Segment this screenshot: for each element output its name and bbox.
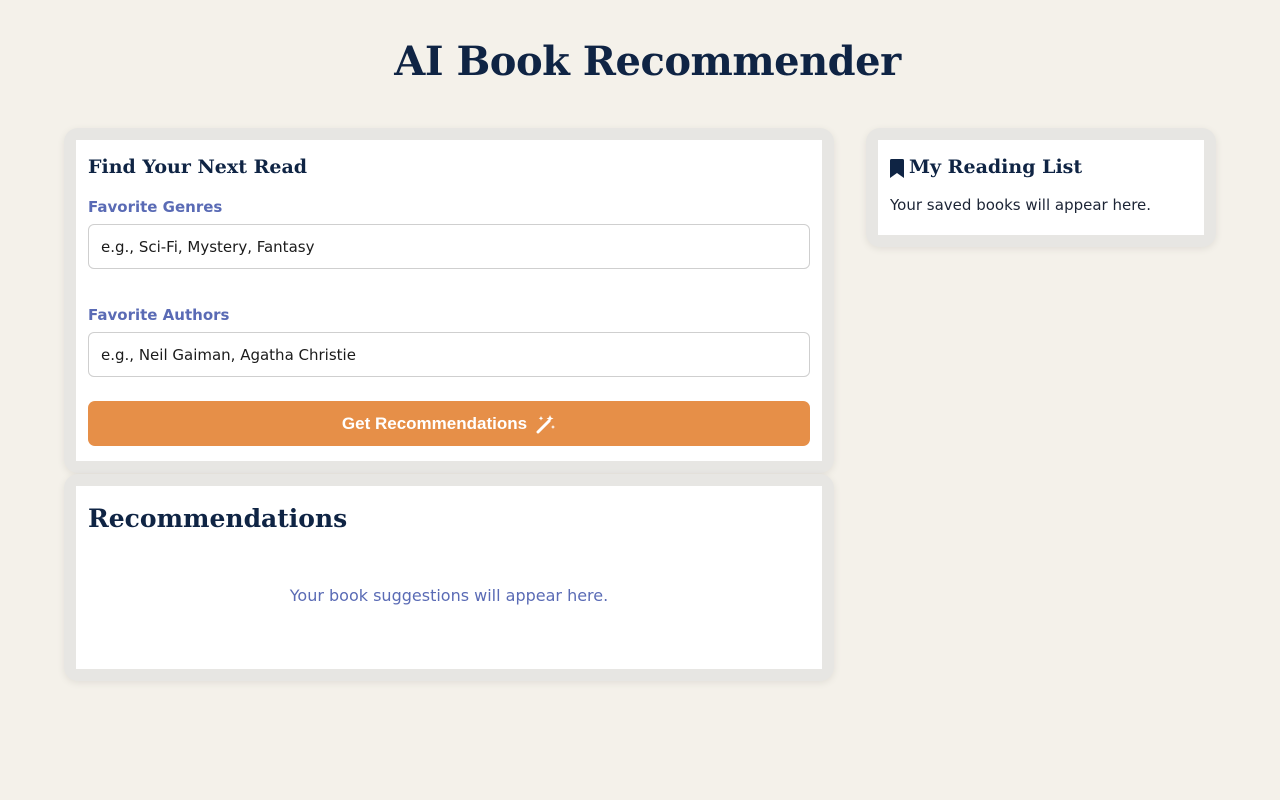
recommendations-heading: Recommendations bbox=[88, 504, 348, 533]
reading-list-panel: My Reading List Your saved books will ap… bbox=[878, 140, 1204, 235]
recommendations-empty-text: Your book suggestions will appear here. bbox=[289, 586, 609, 605]
finder-panel: Find Your Next Read Favorite Genres Favo… bbox=[76, 140, 822, 461]
reading-list-card: My Reading List Your saved books will ap… bbox=[866, 128, 1216, 247]
get-recommendations-button[interactable]: Get Recommendations bbox=[88, 401, 810, 446]
field-spacer bbox=[88, 269, 810, 300]
finder-heading: Find Your Next Read bbox=[88, 156, 308, 178]
recommendations-panel: Recommendations Your book suggestions wi… bbox=[76, 486, 822, 669]
reading-list-empty-text: Your saved books will appear here. bbox=[890, 196, 1152, 214]
reading-list-title: My Reading List bbox=[909, 156, 1083, 178]
field-spacer bbox=[88, 377, 810, 401]
authors-input[interactable] bbox=[88, 332, 810, 377]
finder-card: Find Your Next Read Favorite Genres Favo… bbox=[64, 128, 834, 473]
page-title: AI Book Recommender bbox=[394, 38, 901, 85]
reading-list-heading: My Reading List bbox=[890, 140, 1192, 196]
genres-label: Favorite Genres bbox=[88, 198, 223, 216]
authors-label: Favorite Authors bbox=[88, 306, 230, 324]
bookmark-icon bbox=[890, 156, 904, 183]
genres-input[interactable] bbox=[88, 224, 810, 269]
magic-wand-icon bbox=[535, 414, 556, 434]
recommendations-card: Recommendations Your book suggestions wi… bbox=[64, 474, 834, 681]
get-recommendations-label: Get Recommendations bbox=[341, 413, 528, 433]
